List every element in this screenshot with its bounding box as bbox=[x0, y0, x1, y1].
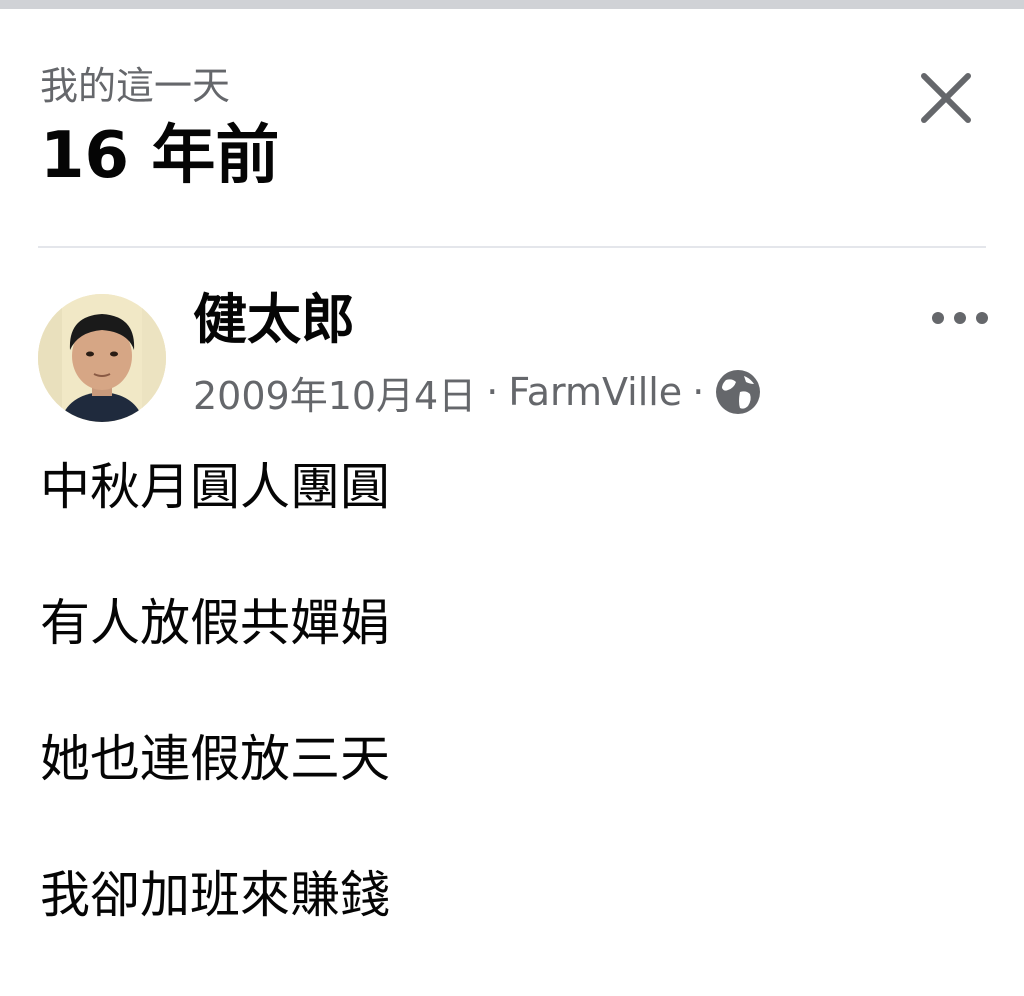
post-meta: 2009年10月4日 · FarmVille · bbox=[193, 364, 762, 420]
more-options-button[interactable] bbox=[924, 298, 996, 338]
author-name[interactable]: 健太郎 bbox=[193, 286, 355, 354]
memory-header: 我的這一天 16 年前 bbox=[40, 58, 984, 208]
top-strip bbox=[0, 0, 1024, 9]
profile-photo bbox=[38, 294, 166, 422]
page-subtitle: 我的這一天 bbox=[40, 64, 231, 108]
globe-icon bbox=[714, 368, 762, 416]
post-text-line: 有人放假共嬋娟 bbox=[40, 594, 390, 652]
post-text-line: 中秋月圓人團圓 bbox=[40, 458, 390, 516]
meta-separator: · bbox=[692, 370, 705, 414]
post-app[interactable]: FarmVille bbox=[508, 370, 682, 414]
post-text-line: 我卻加班來賺錢 bbox=[40, 866, 390, 924]
close-button[interactable] bbox=[910, 62, 982, 134]
header-divider bbox=[38, 246, 986, 248]
post-date[interactable]: 2009年10月4日 bbox=[193, 365, 476, 420]
meta-separator: · bbox=[486, 370, 499, 414]
post-text-line: 她也連假放三天 bbox=[40, 730, 390, 788]
more-horizontal-icon bbox=[932, 312, 988, 324]
close-icon bbox=[921, 73, 971, 123]
post-body: 中秋月圓人團圓 有人放假共嬋娟 她也連假放三天 我卻加班來賺錢 bbox=[40, 452, 984, 996]
avatar[interactable] bbox=[38, 294, 166, 422]
page-title: 16 年前 bbox=[40, 119, 280, 193]
